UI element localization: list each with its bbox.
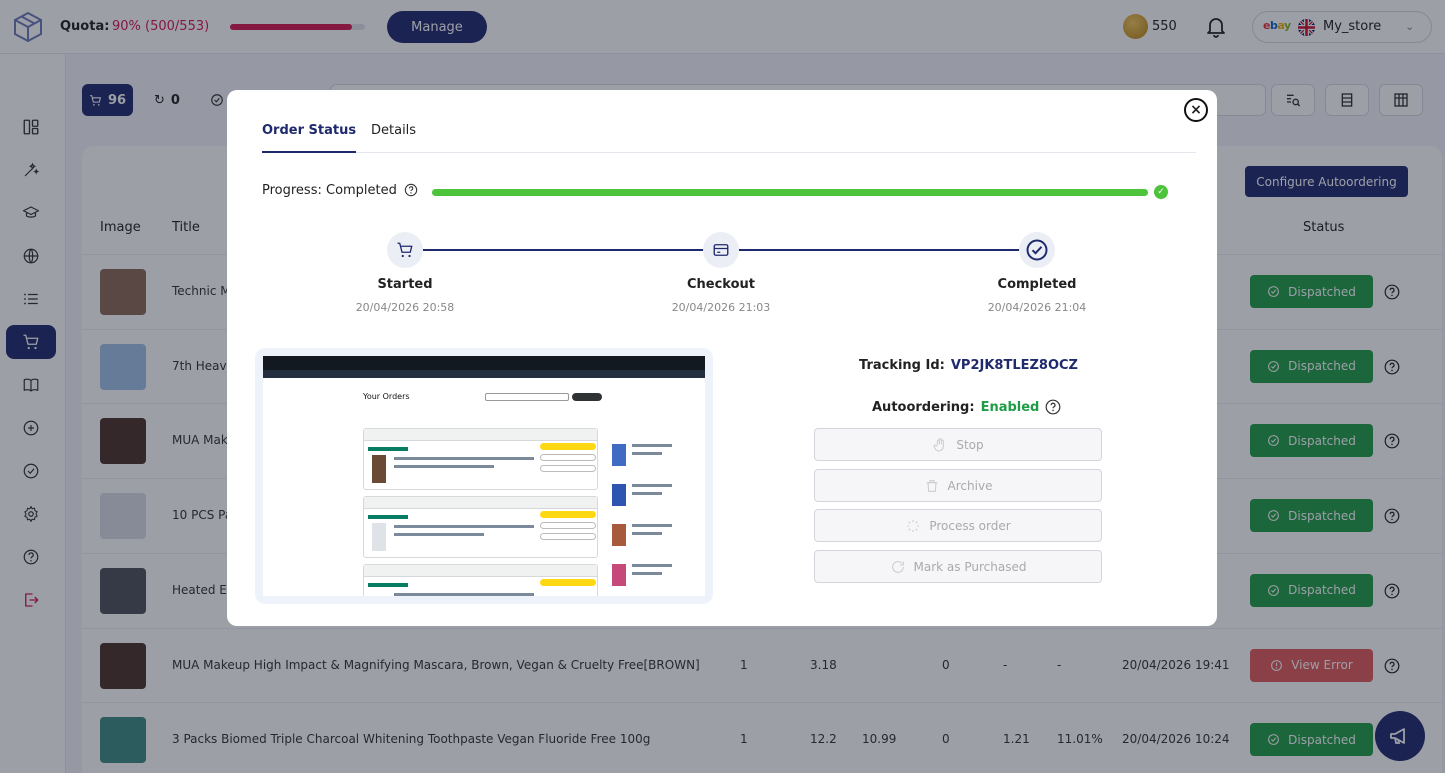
step-completed-date: 20/04/2026 21:04 bbox=[987, 301, 1087, 314]
step-checkout-date: 20/04/2026 21:03 bbox=[671, 301, 771, 314]
order-screenshot-preview[interactable]: Your Orders bbox=[255, 348, 713, 604]
step-connector bbox=[423, 249, 707, 251]
archive-button[interactable]: Archive bbox=[814, 469, 1102, 502]
step-checkout-label: Checkout bbox=[686, 277, 755, 292]
process-order-button-label: Process order bbox=[929, 518, 1011, 533]
screenshot-search-box bbox=[485, 393, 569, 401]
order-progress-bar bbox=[432, 189, 1148, 196]
help-icon[interactable] bbox=[1045, 399, 1061, 415]
screenshot-order-card bbox=[363, 496, 598, 558]
screenshot-sidebar bbox=[608, 432, 688, 596]
refresh-icon bbox=[891, 560, 904, 573]
screenshot-heading: Your Orders bbox=[363, 392, 410, 401]
step-completed-check-icon bbox=[1019, 232, 1055, 268]
autoordering-status: Enabled bbox=[980, 399, 1040, 415]
order-progress-fill bbox=[432, 189, 1148, 196]
tracking-label: Tracking Id: bbox=[859, 358, 945, 373]
screenshot-order-card bbox=[363, 564, 598, 596]
autoordering-row: Autoordering: Enabled bbox=[872, 399, 1061, 415]
help-icon[interactable] bbox=[404, 183, 418, 197]
step-connector bbox=[739, 249, 1019, 251]
trash-icon bbox=[926, 479, 937, 492]
tracking-id[interactable]: VP2JK8TLEZ8OCZ bbox=[951, 358, 1078, 373]
archive-button-label: Archive bbox=[947, 478, 993, 493]
close-icon[interactable]: × bbox=[1184, 98, 1208, 122]
step-completed-label: Completed bbox=[997, 277, 1077, 292]
stop-button[interactable]: Stop bbox=[814, 428, 1102, 461]
loader-icon bbox=[907, 519, 920, 532]
tracking-row: Tracking Id: VP2JK8TLEZ8OCZ bbox=[859, 358, 1078, 373]
step-started-cart-icon bbox=[387, 232, 423, 268]
progress-label: Progress: Completed bbox=[262, 183, 397, 198]
order-screenshot: Your Orders bbox=[263, 356, 705, 596]
screenshot-subnav bbox=[263, 370, 705, 378]
hand-icon bbox=[933, 437, 945, 452]
tab-order-status[interactable]: Order Status bbox=[262, 123, 357, 153]
mark-as-purchased-button-label: Mark as Purchased bbox=[913, 559, 1027, 574]
screenshot-navbar bbox=[263, 356, 705, 370]
mark-as-purchased-button[interactable]: Mark as Purchased bbox=[814, 550, 1102, 583]
step-checkout-card-icon bbox=[703, 232, 739, 268]
screenshot-order-card bbox=[363, 428, 598, 490]
step-started-label: Started bbox=[377, 277, 433, 292]
screenshot-search-button bbox=[572, 393, 602, 401]
autoordering-label: Autoordering: bbox=[872, 399, 975, 415]
check-icon: ✓ bbox=[1154, 185, 1168, 199]
process-order-button[interactable]: Process order bbox=[814, 509, 1102, 542]
order-status-modal: × Order Status Details Progress: Complet… bbox=[227, 90, 1217, 626]
stop-button-label: Stop bbox=[956, 437, 984, 452]
tab-details[interactable]: Details bbox=[371, 123, 416, 153]
step-started-date: 20/04/2026 20:58 bbox=[355, 301, 455, 314]
modal-tabs: Order Status Details bbox=[262, 123, 1196, 153]
